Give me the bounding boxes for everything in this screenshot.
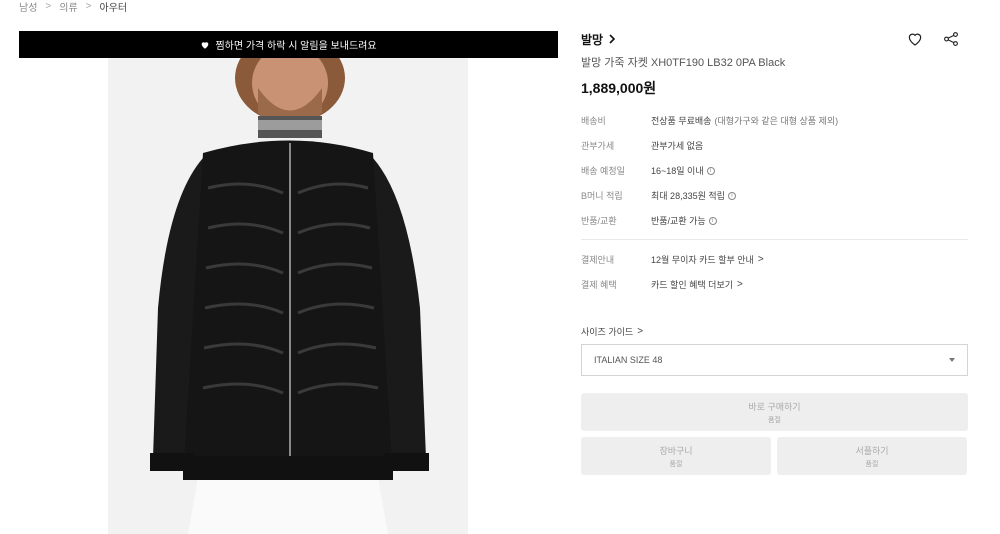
detail-label: 관부가세 bbox=[581, 141, 615, 151]
breadcrumb-separator-icon: > bbox=[85, 0, 92, 12]
detail-row-returns: 반품/교환 반품/교환 가능 i bbox=[581, 208, 968, 233]
cart-status: 품절 bbox=[669, 460, 683, 468]
detail-row-customs: 관부가세 관부가세 없음 bbox=[581, 133, 968, 158]
chevron-right-icon: > bbox=[757, 254, 764, 265]
heart-icon[interactable] bbox=[906, 30, 924, 48]
payment-link[interactable]: 카드 할인 혜택 더보기 > bbox=[651, 278, 743, 291]
cart-label: 장바구니 bbox=[659, 445, 693, 456]
detail-label: B머니 적립 bbox=[581, 191, 623, 201]
chevron-right-icon: > bbox=[637, 325, 644, 337]
detail-value: 반품/교환 가능 i bbox=[651, 214, 717, 227]
detail-value-text: 전상품 무료배송 bbox=[651, 116, 712, 126]
breadcrumb-item-men[interactable]: 남성 bbox=[19, 0, 37, 14]
payment-link-text[interactable]: 카드 할인 혜택 더보기 bbox=[651, 278, 733, 291]
share-icon[interactable] bbox=[942, 30, 960, 48]
detail-label: 반품/교환 bbox=[581, 216, 617, 226]
payment-row-guide: 결제안내 12월 무이자 카드 할부 안내 > bbox=[581, 247, 968, 272]
size-guide-link[interactable]: 사이즈 가이드 > bbox=[581, 324, 968, 338]
size-select[interactable]: ITALIAN SIZE 48 bbox=[581, 344, 968, 376]
product-info-panel: 발망 발망 가죽 자켓 XH0TF190 LB32 0PA Black 1,88… bbox=[581, 30, 968, 475]
info-icon[interactable]: i bbox=[727, 191, 736, 200]
breadcrumb: 남성 > 의류 > 아우터 bbox=[19, 0, 128, 14]
section-divider bbox=[581, 239, 968, 240]
payment-row-benefit: 결제 혜택 카드 할인 혜택 더보기 > bbox=[581, 272, 968, 297]
top-action-icons bbox=[906, 30, 960, 48]
detail-value-text: 16~18일 이내 bbox=[651, 166, 704, 176]
payment-label: 결제안내 bbox=[581, 255, 615, 265]
brand-name[interactable]: 발망 bbox=[581, 31, 603, 48]
product-price: 1,889,000원 bbox=[581, 80, 657, 96]
detail-row-delivery-date: 배송 예정일 16~18일 이내 i bbox=[581, 158, 968, 183]
caret-down-icon bbox=[949, 358, 955, 362]
detail-rows: 배송비 전상품 무료배송 (대형가구와 같은 대형 상품 제외) 관부가세 관부… bbox=[581, 108, 968, 297]
detail-value: 관부가세 없음 bbox=[651, 141, 704, 151]
secondary-buttons: 장바구니 품절 서플하기 품절 bbox=[581, 437, 968, 475]
buy-now-label: 바로 구매하기 bbox=[748, 401, 801, 412]
detail-row-points: B머니 적립 최대 28,335원 적립 i bbox=[581, 183, 968, 208]
info-icon[interactable]: i bbox=[708, 216, 717, 225]
gift-button[interactable]: 서플하기 품절 bbox=[777, 437, 967, 475]
detail-value: 전상품 무료배송 (대형가구와 같은 대형 상품 제외) bbox=[651, 114, 838, 127]
heart-filled-icon bbox=[202, 41, 209, 49]
payment-link[interactable]: 12월 무이자 카드 할부 안내 > bbox=[651, 253, 764, 266]
info-icon[interactable]: i bbox=[706, 166, 715, 175]
payment-link-text[interactable]: 12월 무이자 카드 할부 안내 bbox=[651, 253, 754, 266]
detail-value-text: 반품/교환 가능 bbox=[651, 216, 706, 226]
detail-label: 배송비 bbox=[581, 116, 606, 126]
product-image-area: 찜하면 가격 하락 시 알림을 보내드려요 bbox=[19, 31, 558, 534]
detail-value: 최대 28,335원 적립 i bbox=[651, 189, 736, 202]
buy-now-status: 품절 bbox=[768, 416, 781, 424]
detail-value: 16~18일 이내 i bbox=[651, 164, 715, 177]
detail-row-shipping-fee: 배송비 전상품 무료배송 (대형가구와 같은 대형 상품 제외) bbox=[581, 108, 968, 133]
buy-now-button[interactable]: 바로 구매하기 품절 bbox=[581, 393, 968, 431]
product-photo[interactable] bbox=[108, 58, 468, 534]
cart-button[interactable]: 장바구니 품절 bbox=[581, 437, 771, 475]
breadcrumb-item-clothing[interactable]: 의류 bbox=[59, 0, 77, 14]
breadcrumb-separator-icon: > bbox=[45, 0, 52, 12]
chevron-right-icon bbox=[609, 34, 616, 44]
product-name: 발망 가죽 자켓 XH0TF190 LB32 0PA Black bbox=[581, 57, 786, 69]
detail-value-text: 최대 28,335원 적립 bbox=[651, 191, 725, 201]
wish-alert-banner: 찜하면 가격 하락 시 알림을 보내드려요 bbox=[19, 31, 558, 58]
size-guide-label[interactable]: 사이즈 가이드 bbox=[581, 325, 633, 338]
detail-label: 배송 예정일 bbox=[581, 166, 625, 176]
gift-status: 품절 bbox=[865, 460, 879, 468]
payment-label: 결제 혜택 bbox=[581, 280, 617, 290]
detail-note: (대형가구와 같은 대형 상품 제외) bbox=[714, 116, 839, 126]
gift-label: 서플하기 bbox=[855, 445, 889, 456]
breadcrumb-item-outer[interactable]: 아우터 bbox=[100, 0, 128, 14]
wish-alert-text: 찜하면 가격 하락 시 알림을 보내드려요 bbox=[215, 41, 377, 52]
chevron-right-icon: > bbox=[737, 279, 743, 290]
size-selected-value: ITALIAN SIZE 48 bbox=[594, 355, 663, 365]
